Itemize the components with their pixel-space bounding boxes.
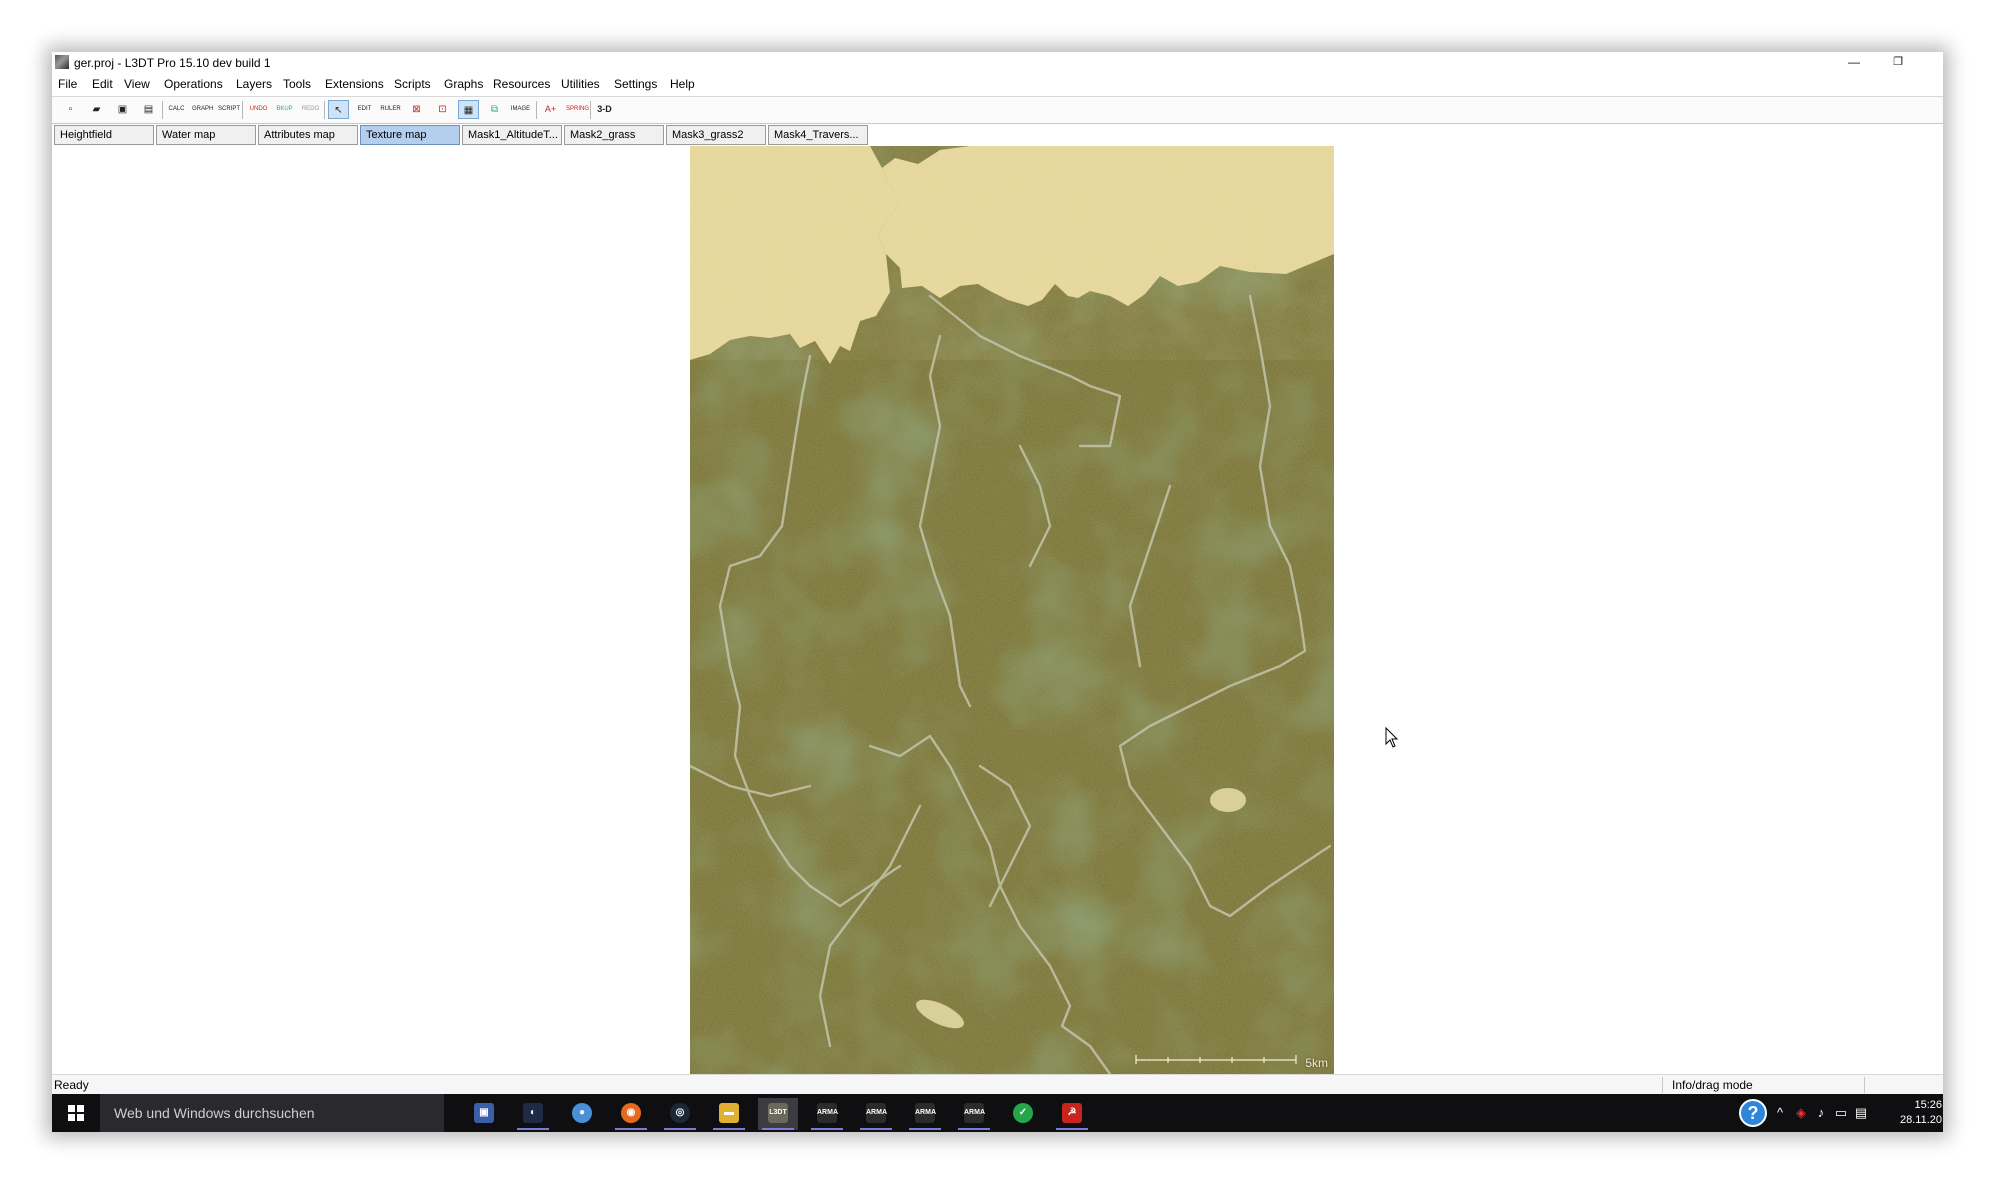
script-icon[interactable]: SCRIPT: [218, 100, 240, 119]
add-point-icon[interactable]: A+: [540, 100, 561, 119]
status-text: Ready: [54, 1078, 89, 1092]
save-icon[interactable]: ▤: [138, 100, 159, 119]
tab-mask2[interactable]: Mask2_grass: [564, 125, 664, 145]
arma-icon-3[interactable]: ARMA: [905, 1098, 945, 1130]
spring-icon[interactable]: SPRING: [566, 100, 589, 119]
taskbar-search-box[interactable]: Web und Windows durchsuchen: [100, 1094, 444, 1132]
tab-texture-map[interactable]: Texture map: [360, 125, 460, 145]
open-icon[interactable]: ▰: [86, 100, 107, 119]
pointer-icon[interactable]: ↖: [328, 100, 349, 119]
toolbar: ▫ ▰ ▣ ▤ CALC GRAPH SCRIPT UNDO BKUP REDO…: [52, 96, 1943, 124]
tab-mask4[interactable]: Mask4_Travers...: [768, 125, 868, 145]
toolbar-separator: [324, 101, 325, 119]
toolbar-separator: [242, 101, 243, 119]
status-divider: [1662, 1077, 1663, 1093]
tab-heightfield[interactable]: Heightfield: [54, 125, 154, 145]
red-app-icon[interactable]: ☭: [1052, 1098, 1092, 1130]
start-button[interactable]: [52, 1094, 100, 1132]
chrome-icon[interactable]: ●: [562, 1098, 602, 1130]
restore-button[interactable]: ❐: [1876, 52, 1920, 72]
grid-icon[interactable]: ▦: [458, 100, 479, 119]
texture-map-view[interactable]: 5km: [690, 146, 1334, 1074]
toolbar-separator: [162, 101, 163, 119]
menu-help[interactable]: Help: [670, 77, 695, 91]
title-bar[interactable]: ger.proj - L3DT Pro 15.10 dev build 1 — …: [52, 52, 1943, 72]
status-divider: [1864, 1077, 1865, 1093]
menu-operations[interactable]: Operations: [164, 77, 223, 91]
backup-icon[interactable]: BKUP: [274, 100, 295, 119]
menu-utilities[interactable]: Utilities: [561, 77, 600, 91]
steam-icon[interactable]: ◎: [660, 1098, 700, 1130]
windows-taskbar: Web und Windows durchsuchen ▣ ◐ ● ◉ ◎ ▬ …: [52, 1094, 1943, 1132]
clock-time: 15:26: [1914, 1099, 1942, 1111]
window-title: ger.proj - L3DT Pro 15.10 dev build 1: [74, 56, 271, 70]
save-all-icon[interactable]: ▣: [112, 100, 133, 119]
toolbar-separator: [590, 101, 591, 119]
ruler-icon[interactable]: RULER: [380, 100, 401, 119]
clock-date: 28.11.20: [1899, 1114, 1942, 1126]
app-window: ger.proj - L3DT Pro 15.10 dev build 1 — …: [52, 52, 1943, 1132]
menu-tools[interactable]: Tools: [283, 77, 311, 91]
green-app-icon[interactable]: ✓: [1003, 1098, 1043, 1130]
menu-file[interactable]: File: [58, 77, 77, 91]
image-drape-icon[interactable]: IMAGE: [510, 100, 531, 119]
redo-icon[interactable]: REDO: [300, 100, 321, 119]
arma-icon-1[interactable]: ARMA: [807, 1098, 847, 1130]
scale-bar-label: 5km: [1305, 1056, 1328, 1070]
texture-map-image: [690, 146, 1334, 1074]
antivirus-tray-icon[interactable]: ◈: [1792, 1103, 1810, 1123]
edit-icon[interactable]: EDIT: [354, 100, 375, 119]
mouse-cursor-icon: [1385, 727, 1399, 748]
file-explorer-icon[interactable]: ▬: [709, 1098, 749, 1130]
menu-settings[interactable]: Settings: [614, 77, 657, 91]
tab-mask3[interactable]: Mask3_grass2: [666, 125, 766, 145]
menu-extensions[interactable]: Extensions: [325, 77, 384, 91]
arma-icon-2[interactable]: ARMA: [856, 1098, 896, 1130]
undo-icon[interactable]: UNDO: [248, 100, 269, 119]
menu-layers[interactable]: Layers: [236, 77, 272, 91]
tab-water-map[interactable]: Water map: [156, 125, 256, 145]
map-canvas[interactable]: 5km: [52, 146, 1943, 1074]
tab-attributes-map[interactable]: Attributes map: [258, 125, 358, 145]
network-app-icon[interactable]: ▣: [464, 1098, 504, 1130]
menu-graphs[interactable]: Graphs: [444, 77, 483, 91]
menu-view[interactable]: View: [124, 77, 150, 91]
l3dt-app-icon: [55, 55, 69, 69]
tray-chevron-icon[interactable]: ^: [1771, 1103, 1789, 1123]
toolbar-separator: [536, 101, 537, 119]
tab-mask1[interactable]: Mask1_AltitudeT...: [462, 125, 562, 145]
layer-tab-bar: Heightfield Water map Attributes map Tex…: [52, 124, 1943, 147]
zoom-area-icon[interactable]: ⊡: [432, 100, 453, 119]
taskbar-clock[interactable]: 15:26 28.11.20: [1892, 1098, 1942, 1128]
graph-icon[interactable]: GRAPH: [192, 100, 213, 119]
3d-view-icon[interactable]: 3-D: [594, 100, 615, 119]
volume-icon[interactable]: ♪: [1812, 1103, 1830, 1123]
menu-scripts[interactable]: Scripts: [394, 77, 431, 91]
steam-alt-icon[interactable]: ◐: [513, 1098, 553, 1130]
menu-bar: File Edit View Operations Layers Tools E…: [52, 74, 1943, 94]
calc-icon[interactable]: CALC: [166, 100, 187, 119]
status-bar: Ready Info/drag mode: [52, 1074, 1943, 1095]
help-tray-icon[interactable]: ?: [1739, 1099, 1767, 1127]
network-icon[interactable]: ▭: [1832, 1103, 1850, 1123]
drape-icon[interactable]: ⧉: [484, 100, 505, 119]
firefox-icon[interactable]: ◉: [611, 1098, 651, 1130]
menu-edit[interactable]: Edit: [92, 77, 113, 91]
new-icon[interactable]: ▫: [60, 100, 81, 119]
l3dt-icon[interactable]: L3DT: [758, 1098, 798, 1130]
windows-logo-icon: [68, 1105, 84, 1121]
arma-icon-4[interactable]: ARMA: [954, 1098, 994, 1130]
status-mode: Info/drag mode: [1672, 1078, 1753, 1092]
menu-resources[interactable]: Resources: [493, 77, 550, 91]
search-placeholder: Web und Windows durchsuchen: [114, 1105, 315, 1121]
notification-icon[interactable]: ▤: [1852, 1103, 1870, 1123]
zoom-fit-icon[interactable]: ⊠: [406, 100, 427, 119]
minimize-button[interactable]: —: [1832, 52, 1876, 72]
